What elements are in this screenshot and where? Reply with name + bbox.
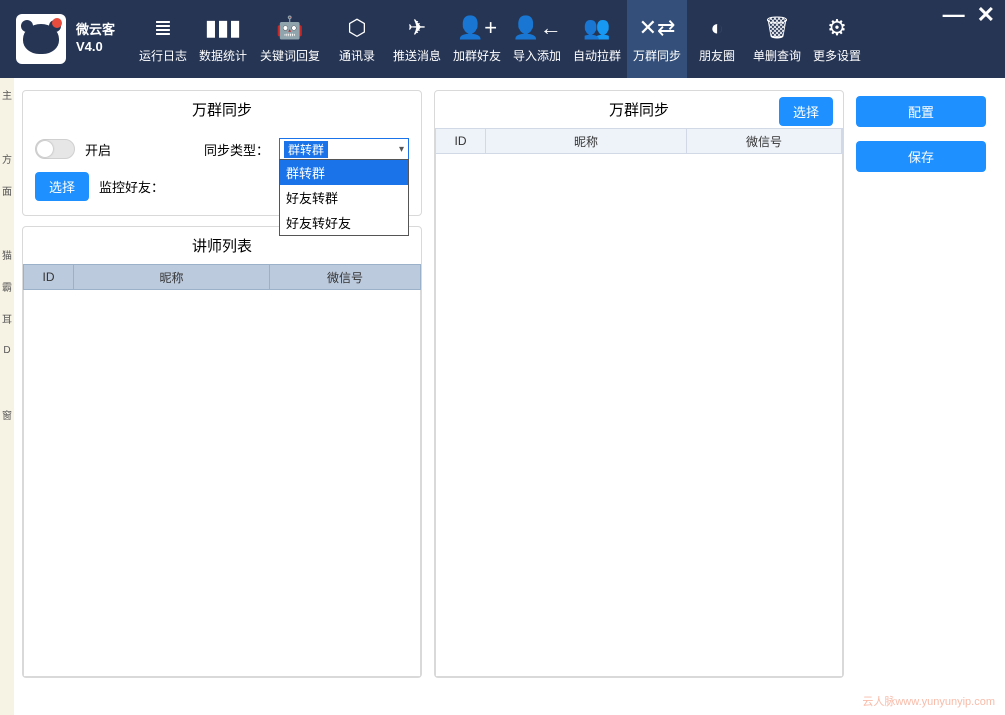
nav-run-log-icon: ≣ — [154, 14, 172, 42]
sync-type-option[interactable]: 好友转好友 — [280, 210, 408, 235]
right-table-body[interactable] — [435, 154, 843, 677]
nav-import-add-icon: 👤← — [512, 14, 561, 42]
nav-label: 通讯录 — [339, 47, 375, 64]
nav-label: 数据统计 — [199, 47, 247, 64]
col-nick: 昵称 — [74, 265, 270, 289]
nav-stats[interactable]: ▮▮▮ 数据统计 — [193, 0, 253, 78]
left-column: 万群同步 开启 同步类型： 群转群 ▾ 群转群好友转群好友转好友 选择 — [22, 90, 422, 678]
monitor-friend-label: 监控好友： — [99, 177, 164, 196]
sync-type-dropdown: 群转群好友转群好友转好友 — [279, 159, 409, 236]
right-sync-panel: 万群同步 选择 ID 昵称 微信号 — [434, 90, 844, 678]
mid-column: 万群同步 选择 ID 昵称 微信号 — [434, 90, 844, 678]
sync-type-value: 群转群 — [284, 141, 328, 158]
nav-label: 万群同步 — [633, 47, 681, 64]
nav-add-group-friend-icon: 👤+ — [457, 14, 497, 42]
main-nav: ≣ 运行日志 ▮▮▮ 数据统计 🤖 关键词回复 ⬡ 通讯录 ✈ 推送消息 👤+ 加群好友 👤← 导入添加 👥… — [133, 0, 867, 78]
lecturer-table-body[interactable] — [23, 290, 421, 677]
sync-type-option[interactable]: 好友转群 — [280, 185, 408, 210]
watermark-text: 云人脉www.yunyunyip.com — [862, 693, 995, 709]
app-logo — [16, 14, 66, 64]
col-nick: 昵称 — [486, 129, 687, 153]
enable-label: 开启 — [85, 140, 111, 159]
app-name: 微云客 — [76, 22, 115, 39]
nav-label: 更多设置 — [813, 47, 861, 64]
nav-keyword-reply-icon: 🤖 — [276, 14, 303, 42]
nav-label: 关键词回复 — [260, 47, 320, 64]
col-id: ID — [436, 129, 486, 153]
sync-panel-title: 万群同步 — [23, 91, 421, 128]
nav-moments[interactable]: ◐ 朋友圈 — [687, 0, 747, 78]
app-info: 微云客 V4.0 — [76, 22, 115, 56]
right-select-button[interactable]: 选择 — [779, 97, 833, 126]
select-friend-button[interactable]: 选择 — [35, 172, 89, 201]
nav-keyword-reply[interactable]: 🤖 关键词回复 — [253, 0, 327, 78]
nav-label: 运行日志 — [139, 47, 187, 64]
close-button[interactable]: ✕ — [977, 4, 995, 26]
nav-stats-icon: ▮▮▮ — [205, 14, 241, 42]
nav-moments-icon: ◐ — [710, 14, 723, 42]
nav-auto-pull-group[interactable]: 👥 自动拉群 — [567, 0, 627, 78]
nav-single-delete[interactable]: 🗑 单删查询 — [747, 0, 807, 78]
app-version: V4.0 — [76, 39, 115, 56]
nav-mass-sync-icon: ✕⇄ — [639, 14, 676, 42]
col-wx: 微信号 — [687, 129, 842, 153]
nav-label: 朋友圈 — [699, 47, 735, 64]
right-column: 配置 保存 — [856, 90, 986, 678]
nav-contacts[interactable]: ⬡ 通讯录 — [327, 0, 387, 78]
lecturer-table-header: ID 昵称 微信号 — [23, 264, 421, 290]
app-header: 微云客 V4.0 ≣ 运行日志 ▮▮▮ 数据统计 🤖 关键词回复 ⬡ 通讯录 ✈ 推送消息 👤+ 加群… — [0, 0, 1005, 78]
chevron-down-icon: ▾ — [399, 144, 404, 155]
right-panel-title: 万群同步 — [609, 99, 669, 120]
sync-settings-panel: 万群同步 开启 同步类型： 群转群 ▾ 群转群好友转群好友转好友 选择 — [22, 90, 422, 216]
nav-run-log[interactable]: ≣ 运行日志 — [133, 0, 193, 78]
nav-push-msg-icon: ✈ — [408, 14, 426, 42]
col-id: ID — [24, 265, 74, 289]
sync-type-option[interactable]: 群转群 — [280, 160, 408, 185]
config-button[interactable]: 配置 — [856, 96, 986, 127]
left-strip: 主 方 面 猫 霸 耳 D 窗 — [0, 78, 14, 715]
sync-type-select[interactable]: 群转群 ▾ — [279, 138, 409, 160]
window-controls: — ✕ — [943, 4, 995, 26]
nav-auto-pull-group-icon: 👥 — [583, 14, 610, 42]
nav-more-settings[interactable]: ⚙ 更多设置 — [807, 0, 867, 78]
enable-toggle[interactable] — [35, 139, 75, 159]
right-table-header: ID 昵称 微信号 — [435, 128, 843, 154]
nav-more-settings-icon: ⚙ — [827, 14, 847, 42]
nav-label: 导入添加 — [513, 47, 561, 64]
save-button[interactable]: 保存 — [856, 141, 986, 172]
sync-type-label: 同步类型： — [204, 140, 269, 159]
nav-label: 自动拉群 — [573, 47, 621, 64]
nav-label: 推送消息 — [393, 47, 441, 64]
nav-push-msg[interactable]: ✈ 推送消息 — [387, 0, 447, 78]
lecturer-list-panel: 讲师列表 ID 昵称 微信号 — [22, 226, 422, 678]
nav-mass-sync[interactable]: ✕⇄ 万群同步 — [627, 0, 687, 78]
nav-label: 单删查询 — [753, 47, 801, 64]
nav-add-group-friend[interactable]: 👤+ 加群好友 — [447, 0, 507, 78]
nav-contacts-icon: ⬡ — [347, 14, 366, 42]
col-wx: 微信号 — [270, 265, 420, 289]
nav-label: 加群好友 — [453, 47, 501, 64]
content-area: 万群同步 开启 同步类型： 群转群 ▾ 群转群好友转群好友转好友 选择 — [0, 78, 1005, 688]
nav-import-add[interactable]: 👤← 导入添加 — [507, 0, 567, 78]
minimize-button[interactable]: — — [943, 4, 965, 26]
nav-single-delete-icon: 🗑 — [763, 14, 791, 42]
